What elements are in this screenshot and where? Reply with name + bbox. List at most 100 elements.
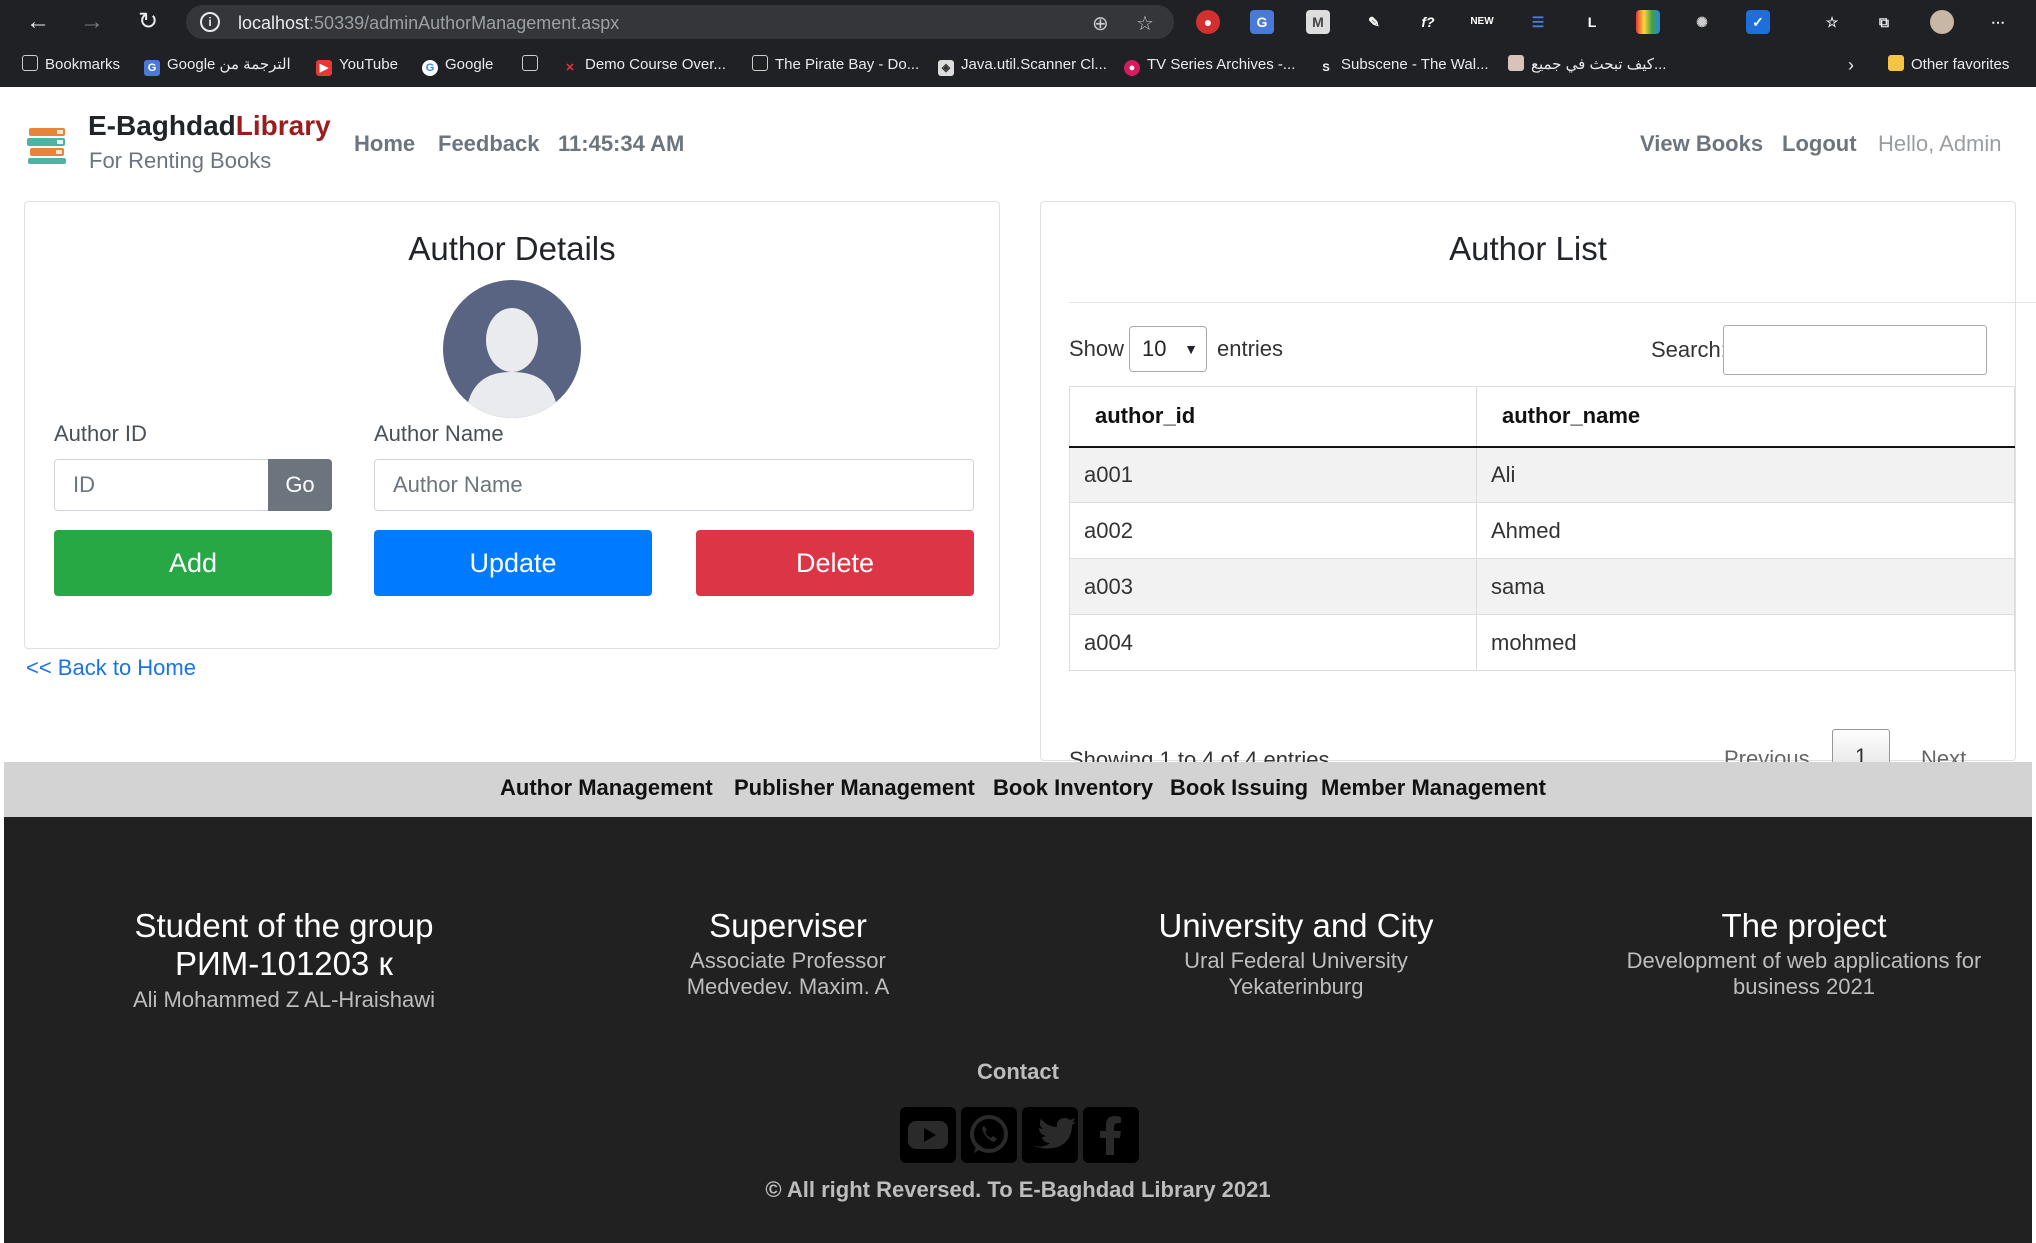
page-icon bbox=[22, 55, 38, 71]
site-info-icon[interactable]: i bbox=[200, 12, 220, 32]
bookmark-item[interactable]: S Subscene - The Wal... bbox=[1318, 54, 1488, 76]
browser-chrome: ← → ↻ i localhost:50339/adminAuthorManag… bbox=[0, 0, 2036, 87]
globe-extension-icon[interactable]: ✺ bbox=[1690, 10, 1714, 34]
whatsapp-icon[interactable] bbox=[961, 1107, 1017, 1163]
page-icon bbox=[522, 55, 538, 71]
table-row[interactable]: a004 mohmed bbox=[1069, 614, 2015, 671]
update-button[interactable]: Update bbox=[374, 530, 652, 596]
nav-home-link[interactable]: Home bbox=[354, 131, 415, 157]
youtube-icon[interactable] bbox=[900, 1107, 956, 1163]
author-id-label: Author ID bbox=[54, 421, 147, 446]
chevron-down-icon: ▼ bbox=[1184, 341, 1198, 357]
check-extension-icon[interactable]: ✓ bbox=[1746, 10, 1770, 34]
more-menu-icon[interactable]: ⋯ bbox=[1986, 10, 2010, 34]
table-search-input[interactable] bbox=[1723, 325, 1987, 375]
bookmark-item[interactable]: ● TV Series Archives -... bbox=[1124, 54, 1295, 76]
l-extension-icon[interactable]: L bbox=[1580, 10, 1604, 34]
back-arrow-icon[interactable]: ← bbox=[24, 8, 52, 36]
nav-view-books-link[interactable]: View Books bbox=[1640, 131, 1763, 157]
java-icon: ◈ bbox=[938, 60, 954, 76]
bookmark-item[interactable]: G Google bbox=[422, 54, 493, 76]
collections-icon[interactable]: ⧉ bbox=[1872, 10, 1896, 34]
footer: Student of the group РИМ-101203 к Ali Mo… bbox=[4, 817, 2032, 1243]
pen-extension-icon[interactable]: ✎ bbox=[1362, 10, 1386, 34]
bookmark-item[interactable]: Bookmarks bbox=[22, 54, 120, 76]
address-bar[interactable]: i localhost:50339/adminAuthorManagement.… bbox=[186, 5, 1174, 39]
facebook-icon[interactable] bbox=[1083, 1107, 1139, 1163]
show-label: Show bbox=[1069, 336, 1125, 361]
favorites-icon[interactable]: ☆ bbox=[1820, 10, 1844, 34]
author-name-input[interactable]: Author Name bbox=[374, 459, 974, 511]
add-favorite-icon[interactable]: ☆ bbox=[1136, 11, 1154, 36]
nav-logout-link[interactable]: Logout bbox=[1782, 131, 1857, 157]
cell-author-id: a001 bbox=[1069, 446, 1477, 503]
author-id-input[interactable]: ID bbox=[54, 459, 290, 511]
cell-author-id: a003 bbox=[1069, 558, 1477, 615]
delete-button[interactable]: Delete bbox=[696, 530, 974, 596]
author-list-title: Author List bbox=[1449, 230, 1607, 267]
admin-nav-book-inventory[interactable]: Book Inventory bbox=[993, 775, 1153, 801]
other-favorites[interactable]: Other favorites bbox=[1888, 54, 2009, 76]
admin-nav-member-management[interactable]: Member Management bbox=[1321, 775, 1546, 801]
twitter-icon[interactable] bbox=[1022, 1107, 1078, 1163]
cell-author-id: a002 bbox=[1069, 502, 1477, 559]
footer-superviser-title: Superviser bbox=[709, 907, 867, 944]
list-extension-icon[interactable]: ☰ bbox=[1526, 10, 1550, 34]
author-avatar bbox=[443, 280, 581, 418]
web-page: E-BaghdadLibrary For Renting Books Home … bbox=[4, 87, 2036, 1243]
admin-nav-book-issuing[interactable]: Book Issuing bbox=[1170, 775, 1308, 801]
nav-clock: 11:45:34 AM bbox=[558, 131, 685, 156]
page-size-select[interactable]: 10 ▼ bbox=[1129, 326, 1207, 372]
bookmark-item[interactable] bbox=[522, 54, 545, 76]
formula-extension-icon[interactable]: f? bbox=[1416, 10, 1440, 34]
author-name-label: Author Name bbox=[374, 421, 504, 446]
admin-nav-publisher-management[interactable]: Publisher Management bbox=[734, 775, 975, 801]
bookmark-item[interactable]: ✕ Demo Course Over... bbox=[562, 54, 726, 76]
table-header-row: author_id author_name bbox=[1069, 386, 2015, 448]
back-to-home-link[interactable]: << Back to Home bbox=[26, 655, 196, 681]
table-row[interactable]: a001 Ali bbox=[1069, 446, 2015, 503]
color-extension-icon[interactable] bbox=[1636, 10, 1660, 34]
reload-icon[interactable]: ↻ bbox=[134, 8, 162, 36]
translate-extension-icon[interactable]: G bbox=[1250, 10, 1274, 34]
entries-label: entries bbox=[1217, 336, 1284, 361]
brand-subtitle: For Renting Books bbox=[89, 148, 272, 173]
bookmark-item[interactable]: The Pirate Bay - Do... bbox=[752, 54, 919, 76]
adblock-extension-icon[interactable]: ● bbox=[1196, 10, 1220, 34]
avatar-icon bbox=[1508, 55, 1524, 71]
url-text[interactable]: localhost:50339/adminAuthorManagement.as… bbox=[238, 13, 619, 34]
footer-project-line1: Development of web applications for bbox=[1626, 948, 1982, 973]
column-header-author-name[interactable]: author_name bbox=[1476, 386, 2015, 448]
brand-title[interactable]: E-BaghdadLibrary bbox=[88, 110, 331, 142]
go-button[interactable]: Go bbox=[268, 459, 332, 511]
admin-nav-bar: Author Management Publisher Management B… bbox=[4, 762, 2032, 817]
m-extension-icon[interactable]: M bbox=[1306, 10, 1330, 34]
bookmark-item[interactable]: ▶ YouTube bbox=[316, 54, 398, 76]
add-button[interactable]: Add bbox=[54, 530, 332, 596]
table-row[interactable]: a003 sama bbox=[1069, 558, 2015, 615]
profile-avatar[interactable] bbox=[1930, 10, 1954, 34]
column-header-author-id[interactable]: author_id bbox=[1069, 386, 1477, 448]
table-row[interactable]: a002 Ahmed bbox=[1069, 502, 2015, 559]
page-icon bbox=[752, 55, 768, 71]
search-label: Search: bbox=[1651, 337, 1727, 362]
author-list-card: Author List Show 10 ▼ entries Search: aut… bbox=[1040, 201, 2036, 785]
folder-icon bbox=[1888, 55, 1904, 71]
new-extension-icon[interactable]: NEW bbox=[1470, 10, 1494, 34]
bookmark-item[interactable]: كيف تبحث في جميع... bbox=[1508, 54, 1666, 76]
forward-arrow-icon[interactable]: → bbox=[78, 8, 106, 36]
zoom-icon[interactable]: ⊕ bbox=[1092, 11, 1109, 36]
bookmark-item[interactable]: ◈ Java.util.Scanner Cl... bbox=[938, 54, 1107, 76]
nav-feedback-link[interactable]: Feedback bbox=[438, 131, 540, 157]
nav-greeting: Hello, Admin bbox=[1878, 131, 2002, 156]
footer-student-name: Ali Mohammed Z AL-Hraishawi bbox=[133, 987, 435, 1012]
author-details-title: Author Details bbox=[408, 230, 616, 267]
course-icon: ✕ bbox=[565, 62, 575, 74]
browser-toolbar: ← → ↻ i localhost:50339/adminAuthorManag… bbox=[0, 0, 2036, 44]
footer-university-line1: Ural Federal University bbox=[1184, 948, 1408, 973]
more-bookmarks-chevron-icon[interactable]: › bbox=[1848, 54, 1854, 76]
bookmark-item[interactable]: G Google الترجمة من bbox=[144, 54, 291, 76]
admin-nav-author-management[interactable]: Author Management bbox=[500, 775, 713, 801]
footer-student-title-line2: РИМ-101203 к bbox=[175, 945, 393, 982]
cell-author-name: mohmed bbox=[1476, 614, 2015, 671]
